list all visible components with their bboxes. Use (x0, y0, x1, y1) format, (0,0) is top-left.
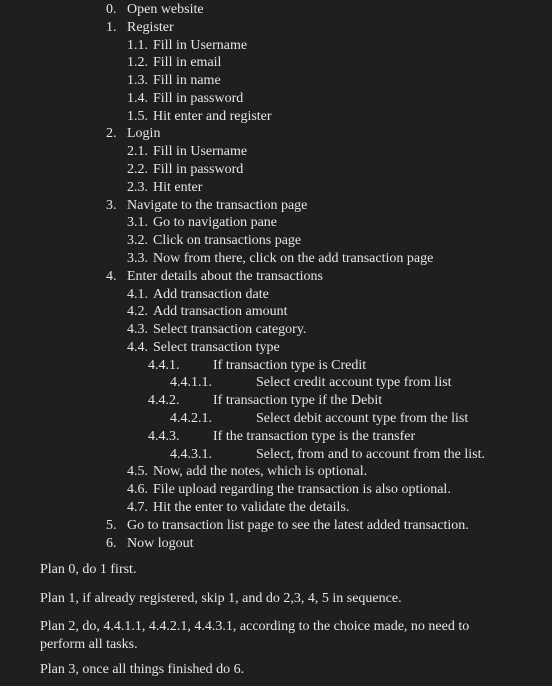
step-text: Hit enter (153, 180, 203, 195)
step-text: Now, add the notes, which is optional. (153, 464, 368, 479)
step-text: Navigate to the transaction page (127, 198, 308, 213)
step-number: 4. (106, 269, 117, 284)
step-number: 2.2. (127, 162, 148, 177)
step-text: Select transaction category. (153, 322, 307, 337)
step-number: 4.4.2.1. (170, 411, 212, 426)
step-number: 4.4. (127, 340, 148, 355)
step-number: 1.2. (127, 55, 148, 70)
step-number: 4.7. (127, 500, 148, 515)
step-number: 3.1. (127, 215, 148, 230)
step-text: If transaction type is Credit (213, 358, 367, 373)
plan-0: Plan 0, do 1 first. (40, 562, 137, 577)
step-text: Register (127, 20, 174, 35)
step-text: Open website (127, 2, 204, 17)
step-number: 4.1. (127, 287, 148, 302)
step-text: Select credit account type from list (256, 375, 452, 390)
step-text: If transaction type if the Debit (213, 393, 383, 408)
step-text: Select debit account type from the list (256, 411, 469, 426)
step-number: 3.2. (127, 233, 148, 248)
step-text: If the transaction type is the transfer (213, 429, 416, 444)
plan-1: Plan 1, if already registered, skip 1, a… (40, 591, 402, 606)
step-number: 4.4.3.1. (170, 447, 212, 462)
step-text: Go to navigation pane (153, 215, 278, 230)
step-text: Login (127, 126, 161, 141)
step-number: 6. (106, 536, 117, 551)
step-number: 0. (106, 2, 117, 17)
step-text: Add transaction amount (153, 304, 288, 319)
step-text: Hit enter and register (153, 109, 272, 124)
step-text: Select, from and to account from the lis… (256, 447, 485, 462)
step-number: 4.3. (127, 322, 148, 337)
step-text: Now from there, click on the add transac… (153, 251, 434, 266)
step-number: 1.5. (127, 109, 148, 124)
step-number: 3.3. (127, 251, 148, 266)
step-number: 2.3. (127, 180, 148, 195)
step-number: 4.4.1.1. (170, 375, 212, 390)
step-number: 1.3. (127, 73, 148, 88)
step-text: Select transaction type (153, 340, 280, 355)
step-number: 4.2. (127, 304, 148, 319)
step-text: Fill in password (153, 162, 244, 177)
step-number: 5. (106, 518, 117, 533)
step-text: Fill in Username (153, 144, 248, 159)
step-number: 2. (106, 126, 117, 141)
step-number: 4.4.3. (148, 429, 180, 444)
step-text: Go to transaction list page to see the l… (127, 518, 469, 533)
step-text: File upload regarding the transaction is… (153, 482, 451, 497)
step-number: 4.4.2. (148, 393, 180, 408)
step-number: 4.6. (127, 482, 148, 497)
step-number: 1.1. (127, 38, 148, 53)
step-text: Click on transactions page (153, 233, 302, 248)
step-text: Enter details about the transactions (127, 269, 323, 284)
step-text: Fill in password (153, 91, 244, 106)
step-number: 4.4.1. (148, 358, 180, 373)
step-text: Now logout (127, 536, 194, 551)
step-number: 3. (106, 198, 117, 213)
step-text: Fill in Username (153, 38, 248, 53)
step-text: Fill in name (153, 73, 221, 88)
step-number: 2.1. (127, 144, 148, 159)
plan-2: Plan 2, do, 4.4.1.1, 4.4.2.1, 4.4.3.1, a… (40, 619, 470, 652)
step-number: 1. (106, 20, 117, 35)
plan-3: Plan 3, once all things finished do 6. (40, 662, 245, 677)
step-number: 1.4. (127, 91, 148, 106)
step-text: Fill in email (153, 55, 222, 70)
step-number: 4.5. (127, 464, 148, 479)
step-text: Add transaction date (153, 287, 269, 302)
step-text: Hit the enter to validate the details. (153, 500, 350, 515)
